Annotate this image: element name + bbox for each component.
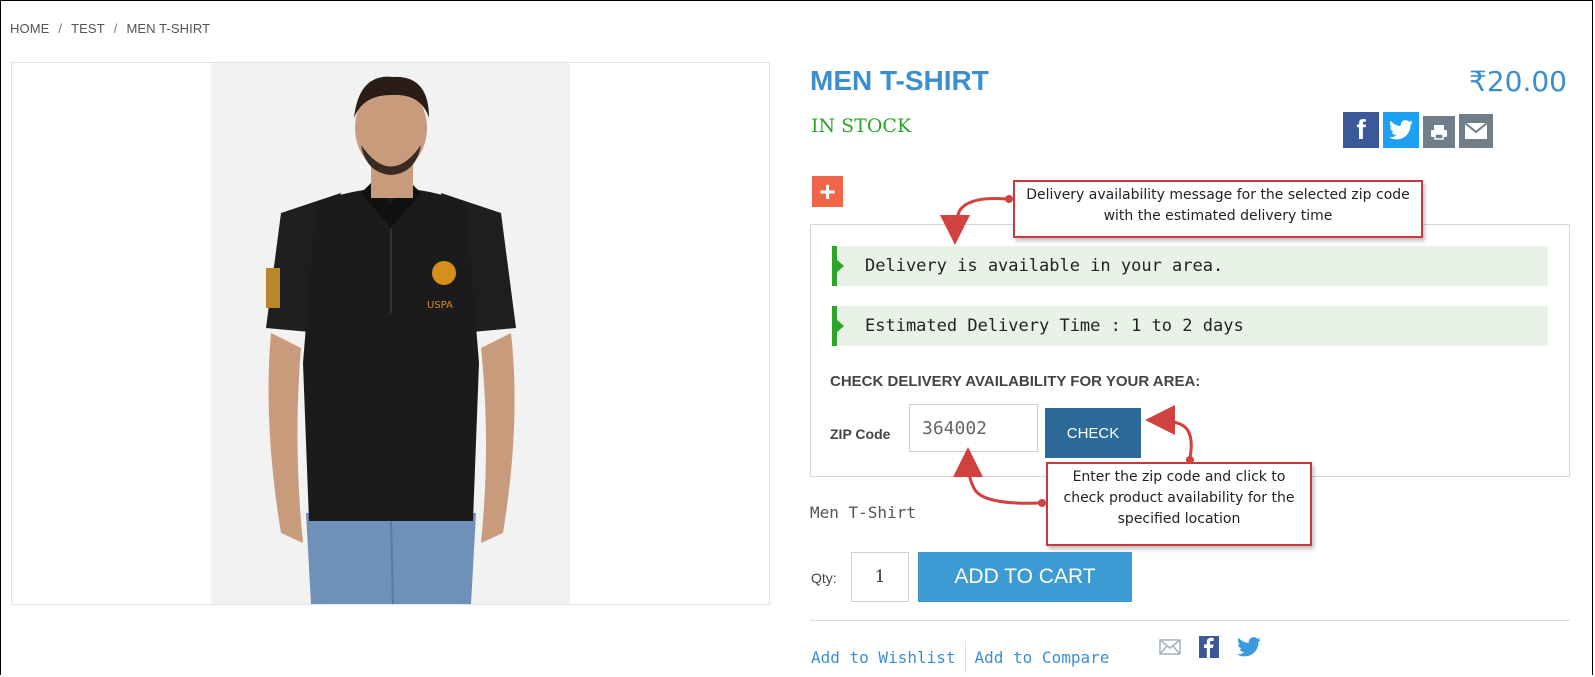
product-photo[interactable]: USPA (211, 63, 570, 604)
zip-instruction-callout: Enter the zip code and click to check pr… (1046, 462, 1312, 546)
delivery-message-callout: Delivery availability message for the se… (1013, 180, 1423, 238)
facebook-icon[interactable] (1199, 636, 1219, 658)
product-short-description: Men T-Shirt (810, 503, 916, 522)
zip-code-label: ZIP Code (830, 426, 891, 442)
twitter-icon[interactable] (1383, 112, 1419, 148)
qty-input[interactable] (851, 552, 909, 602)
product-title: MEN T-SHIRT (810, 65, 989, 96)
print-icon[interactable] (1423, 116, 1455, 148)
breadcrumb-separator: / (113, 21, 118, 36)
qty-label: Qty: (811, 570, 837, 586)
breadcrumb-separator: / (58, 21, 63, 36)
email-icon[interactable] (1159, 639, 1181, 655)
product-price: ₹20.00 (1469, 65, 1567, 98)
product-action-links: Add to Wishlist Add to Compare (811, 641, 1109, 673)
expand-plus-button[interactable]: + (812, 176, 843, 207)
add-to-cart-button[interactable]: ADD TO CART (918, 552, 1132, 602)
email-icon[interactable] (1459, 114, 1493, 148)
twitter-icon[interactable] (1237, 637, 1261, 657)
mini-share-icons (1159, 636, 1261, 658)
breadcrumb-current: MEN T-SHIRT (126, 21, 211, 36)
product-photo-illustration: USPA (211, 63, 570, 604)
zip-code-input[interactable] (909, 404, 1038, 452)
breadcrumb-home[interactable]: HOME (10, 21, 49, 36)
delivery-available-message: Delivery is available in your area. (832, 246, 1548, 286)
stock-status: IN STOCK (811, 115, 912, 137)
share-buttons: f (1343, 110, 1493, 148)
photo-logo-text: USPA (427, 300, 453, 311)
facebook-icon[interactable]: f (1343, 112, 1379, 148)
product-image-frame: USPA (11, 62, 770, 605)
add-to-wishlist-link[interactable]: Add to Wishlist (811, 648, 956, 667)
delivery-check-heading: CHECK DELIVERY AVAILABILITY FOR YOUR ARE… (830, 373, 1201, 390)
breadcrumb: HOME / TEST / MEN T-SHIRT (10, 21, 210, 36)
breadcrumb-test[interactable]: TEST (71, 21, 105, 36)
check-delivery-button[interactable]: CHECK (1045, 408, 1141, 458)
link-divider (964, 641, 966, 673)
estimated-delivery-message: Estimated Delivery Time : 1 to 2 days (832, 306, 1548, 346)
divider (810, 620, 1570, 621)
add-to-compare-link[interactable]: Add to Compare (975, 648, 1110, 667)
